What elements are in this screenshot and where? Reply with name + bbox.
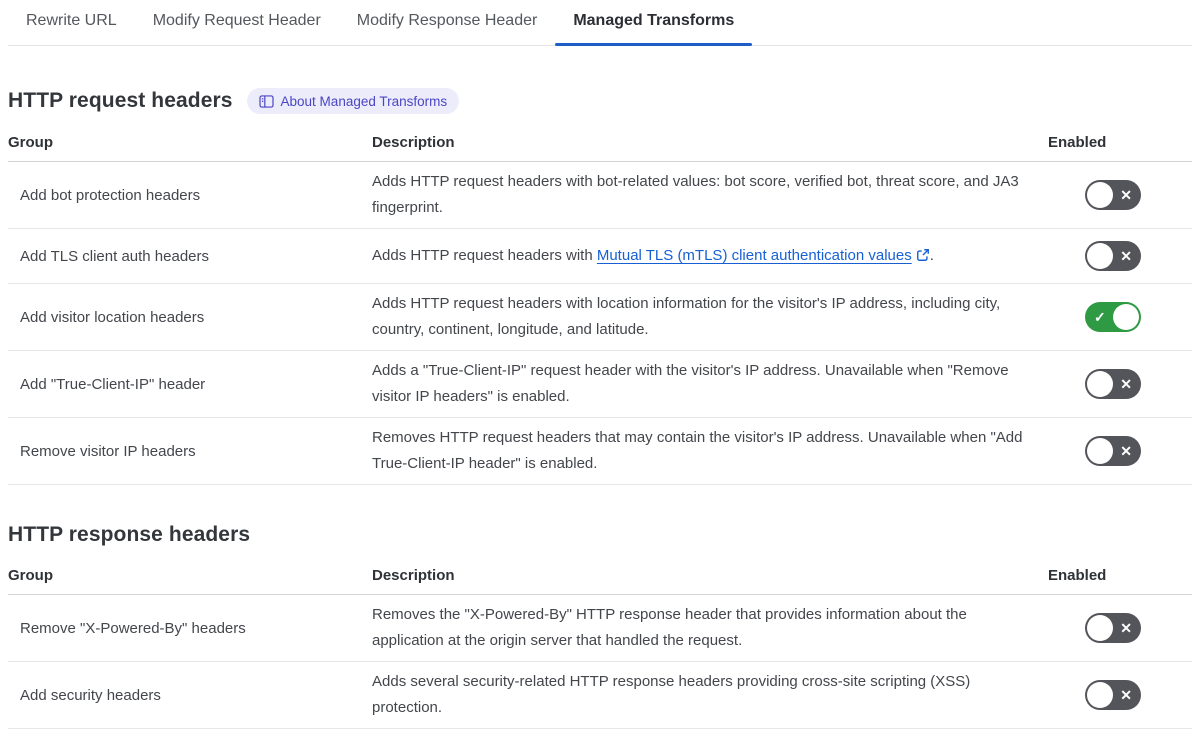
row-description: Adds a "True-Client-IP" request header w… xyxy=(372,362,1009,405)
row-description: Adds HTTP request headers with bot-relat… xyxy=(372,173,1019,216)
x-icon: ✕ xyxy=(1120,187,1132,203)
row-description: Adds several security-related HTTP respo… xyxy=(372,673,971,716)
row-description: Adds HTTP request headers with location … xyxy=(372,295,1001,338)
table-header-row: Group Description Enabled xyxy=(8,563,1192,595)
toggle-tls-client-auth[interactable]: ✓ ✕ xyxy=(1085,241,1141,271)
row-group-label: Add bot protection headers xyxy=(20,186,201,204)
book-icon xyxy=(258,94,274,108)
toggle-knob xyxy=(1087,182,1113,208)
toggle-knob xyxy=(1087,371,1113,397)
response-headers-table: Group Description Enabled Remove "X-Powe… xyxy=(8,563,1192,729)
toggle-security-headers[interactable]: ✓ ✕ xyxy=(1085,680,1141,710)
table-header-row: Group Description Enabled xyxy=(8,130,1192,162)
row-description: Removes HTTP request headers that may co… xyxy=(372,429,1023,472)
toggle-knob xyxy=(1113,304,1139,330)
toggle-knob xyxy=(1087,438,1113,464)
check-icon: ✓ xyxy=(1094,309,1106,325)
toggle-knob xyxy=(1087,243,1113,269)
column-header-description: Description xyxy=(372,134,455,151)
column-header-enabled: Enabled xyxy=(1048,567,1107,584)
toggle-visitor-location[interactable]: ✓ ✕ xyxy=(1085,302,1141,332)
request-section-header: HTTP request headers About Managed Trans… xyxy=(8,88,1192,114)
row-group-label: Remove "X-Powered-By" headers xyxy=(20,619,246,637)
response-section-title: HTTP response headers xyxy=(8,523,251,546)
x-icon: ✕ xyxy=(1120,443,1132,459)
table-row: Remove visitor IP headers Removes HTTP r… xyxy=(8,418,1192,485)
row-group-label: Remove visitor IP headers xyxy=(20,442,196,460)
toggle-knob xyxy=(1087,682,1113,708)
column-header-description: Description xyxy=(372,567,455,584)
external-link-icon xyxy=(916,249,929,261)
row-group-label: Add visitor location headers xyxy=(20,308,205,326)
toggle-remove-visitor-ip[interactable]: ✓ ✕ xyxy=(1085,436,1141,466)
toggle-knob xyxy=(1087,615,1113,641)
toggle-true-client-ip[interactable]: ✓ ✕ xyxy=(1085,369,1141,399)
about-managed-transforms-badge[interactable]: About Managed Transforms xyxy=(246,88,460,114)
row-group-label: Add security headers xyxy=(20,686,161,704)
column-header-group: Group xyxy=(8,567,53,584)
row-description: Adds HTTP request headers with Mutual TL… xyxy=(372,236,1048,276)
x-icon: ✕ xyxy=(1120,687,1132,703)
mtls-docs-link[interactable]: Mutual TLS (mTLS) client authentication … xyxy=(597,247,930,264)
x-icon: ✕ xyxy=(1120,620,1132,636)
description-text: Adds HTTP request headers with xyxy=(372,247,597,264)
row-description: Removes the "X-Powered-By" HTTP response… xyxy=(372,606,967,649)
managed-transforms-page: Rewrite URL Modify Request Header Modify… xyxy=(0,0,1200,729)
toggle-x-powered-by[interactable]: ✓ ✕ xyxy=(1085,613,1141,643)
column-header-group: Group xyxy=(8,134,53,151)
table-row: Add bot protection headers Adds HTTP req… xyxy=(8,162,1192,229)
x-icon: ✕ xyxy=(1120,376,1132,392)
table-row: Add security headers Adds several securi… xyxy=(8,662,1192,729)
table-row: Remove "X-Powered-By" headers Removes th… xyxy=(8,595,1192,662)
row-group-label: Add TLS client auth headers xyxy=(20,247,210,265)
tab-rewrite-url[interactable]: Rewrite URL xyxy=(8,0,135,45)
table-row: Add TLS client auth headers Adds HTTP re… xyxy=(8,229,1192,284)
toggle-bot-protection[interactable]: ✓ ✕ xyxy=(1085,180,1141,210)
tab-bar: Rewrite URL Modify Request Header Modify… xyxy=(8,0,1192,46)
tab-modify-response-header[interactable]: Modify Response Header xyxy=(339,0,556,45)
request-headers-table: Group Description Enabled Add bot protec… xyxy=(8,130,1192,485)
column-header-enabled: Enabled xyxy=(1048,134,1107,151)
link-text: Mutual TLS (mTLS) client authentication … xyxy=(596,247,912,264)
table-row: Add visitor location headers Adds HTTP r… xyxy=(8,284,1192,351)
x-icon: ✕ xyxy=(1120,248,1132,264)
request-section-title: HTTP request headers xyxy=(8,89,233,112)
response-section-header: HTTP response headers xyxy=(8,523,1192,547)
row-group-label: Add "True-Client-IP" header xyxy=(20,375,206,393)
badge-label: About Managed Transforms xyxy=(280,93,448,109)
table-row: Add "True-Client-IP" header Adds a "True… xyxy=(8,351,1192,418)
description-text: . xyxy=(929,247,934,264)
tab-modify-request-header[interactable]: Modify Request Header xyxy=(135,0,339,45)
tab-managed-transforms[interactable]: Managed Transforms xyxy=(555,0,753,46)
